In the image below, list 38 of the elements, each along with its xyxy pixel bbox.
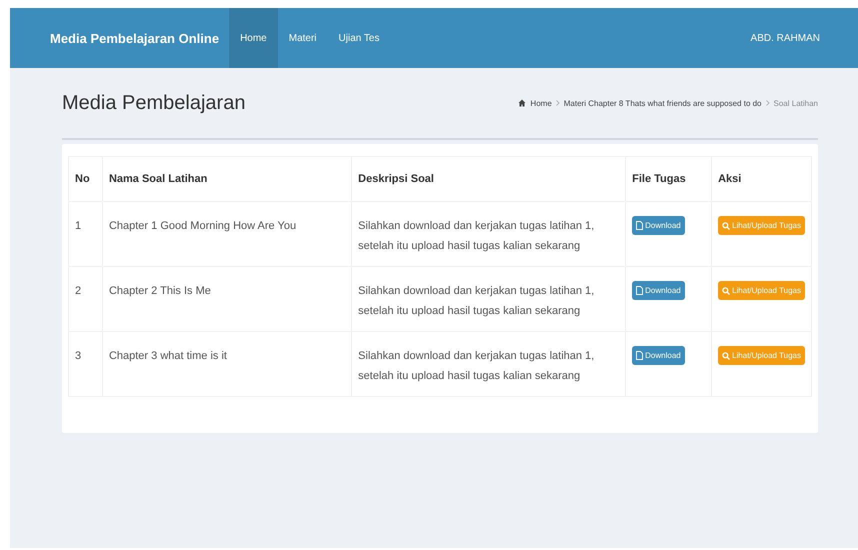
page-title: Media Pembelajaran (62, 92, 246, 114)
upload-button[interactable]: Lihat/Upload Tugas (718, 281, 805, 300)
download-button[interactable]: Download (632, 346, 685, 365)
table-cell: Silahkan download dan kerjakan tugas latihan 1, setelah itu upload hasil tugas kalian sekarang (358, 220, 594, 252)
search-icon (722, 222, 730, 230)
file-icon (636, 286, 644, 295)
table-cell: Silahkan download dan kerjakan tugas latihan 1, setelah itu upload hasil tugas kalian sekarang (358, 350, 594, 382)
user-name[interactable]: ABD. RAHMAN (750, 8, 820, 68)
download-button[interactable]: Download (632, 281, 685, 300)
upload-button[interactable]: Lihat/Upload Tugas (718, 346, 805, 365)
table-cell: Chapter 3 what time is it (108, 350, 227, 362)
file-icon (636, 351, 644, 360)
nav-item[interactable]: Materi (278, 8, 328, 68)
search-icon (722, 352, 730, 360)
column-header: Nama Soal Latihan (102, 156, 352, 202)
breadcrumb-link[interactable]: Home (530, 98, 552, 108)
column-header: File Tugas (626, 156, 712, 202)
download-button[interactable]: Download (632, 216, 685, 235)
chevron-icon (556, 100, 560, 106)
file-icon (636, 221, 644, 230)
table-cell: Chapter 2 This Is Me (108, 285, 211, 297)
brand-title[interactable]: Media Pembelajaran Online (50, 8, 220, 68)
column-header: Deskripsi Soal (352, 156, 626, 202)
table-cell: Chapter 1 Good Morning How Are You (108, 220, 296, 232)
upload-button[interactable]: Lihat/Upload Tugas (718, 216, 805, 235)
breadcrumb-link[interactable]: Materi Chapter 8 Thats what friends are supposed to do (564, 98, 762, 108)
nav-item[interactable]: Ujian Tes (328, 8, 390, 68)
search-icon (722, 286, 730, 294)
breadcrumb-link[interactable]: Soal Latihan (774, 98, 818, 108)
home-icon (518, 99, 526, 107)
nav-item[interactable]: Home (229, 8, 278, 68)
table-cell: 1 (75, 220, 82, 232)
column-header: No (68, 156, 102, 202)
column-header: Aksi (712, 156, 812, 202)
table-cell: 3 (75, 350, 82, 362)
chevron-icon (766, 100, 770, 106)
table-cell: Silahkan download dan kerjakan tugas latihan 1, setelah itu upload hasil tugas kalian sekarang (358, 285, 594, 317)
table-cell: 2 (75, 285, 82, 297)
